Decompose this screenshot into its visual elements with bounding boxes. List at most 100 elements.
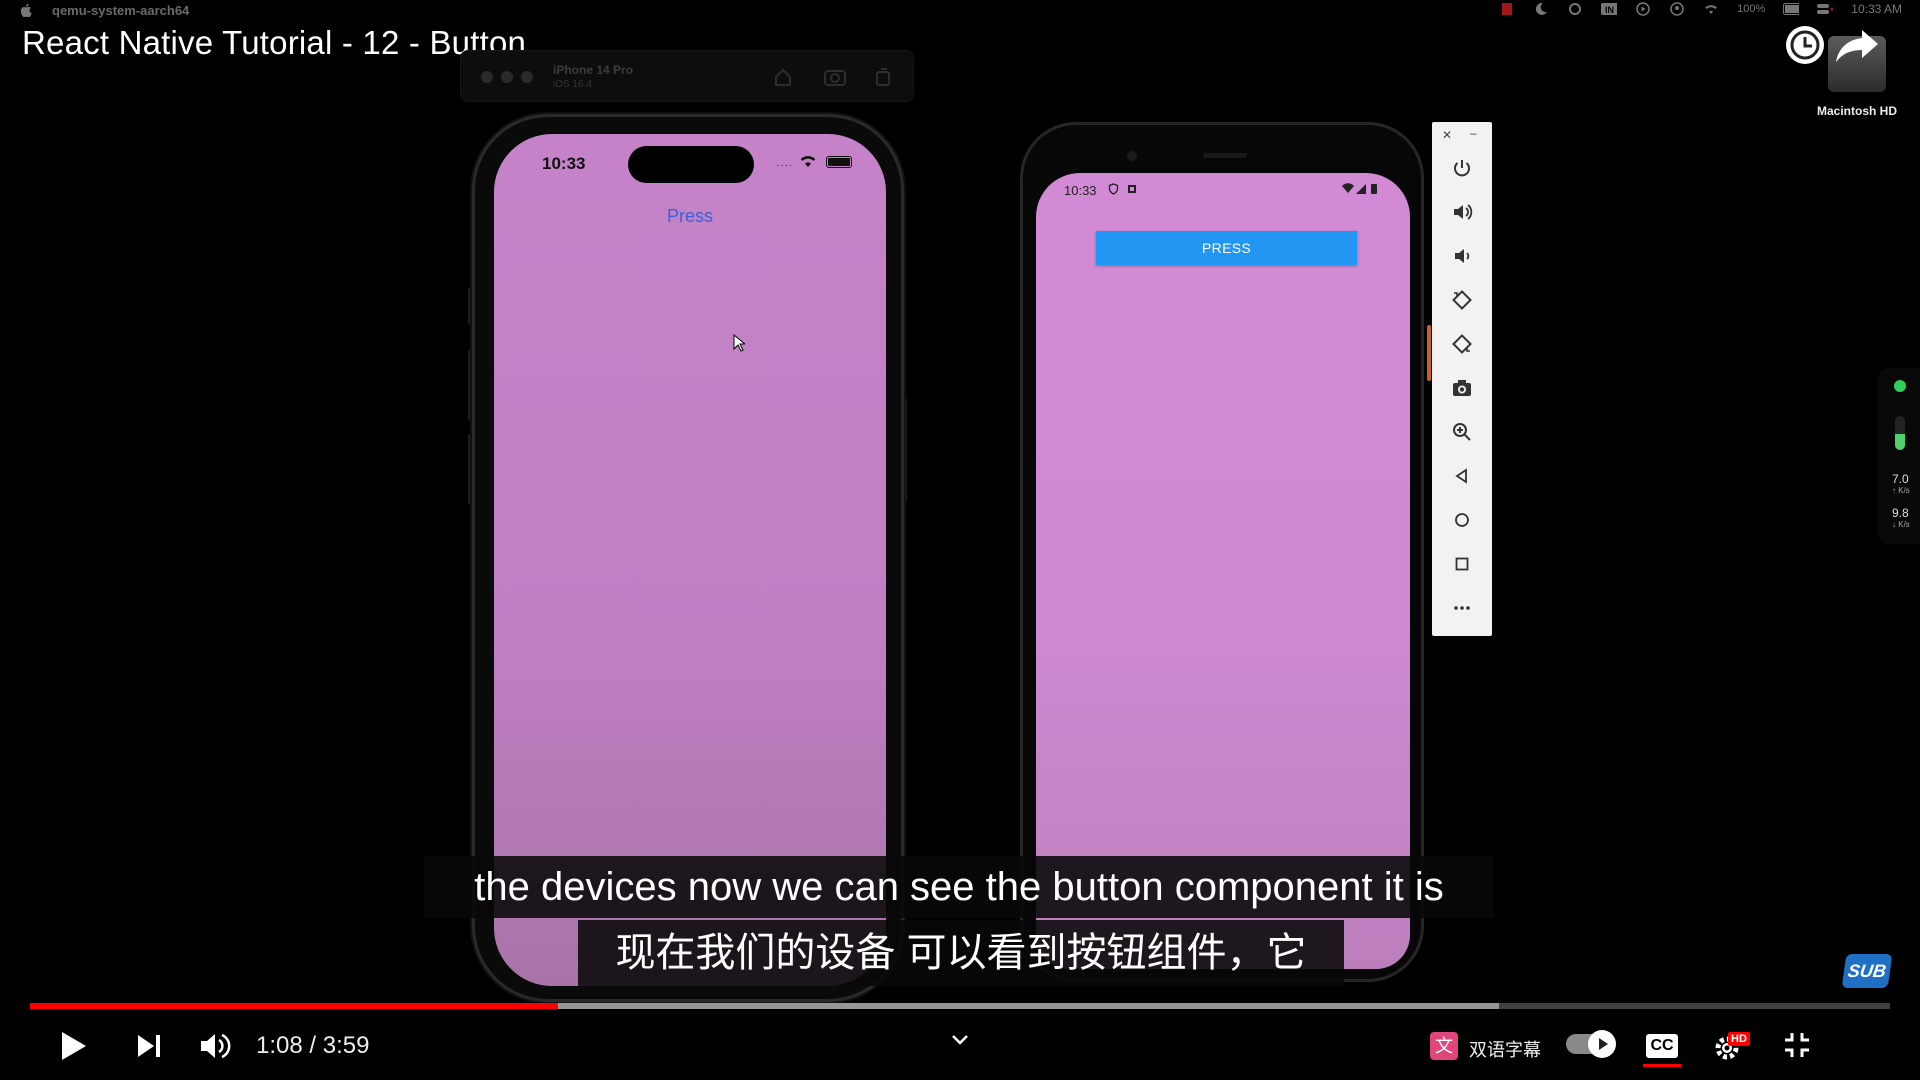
subtitle-chinese: 现在我们的设备 可以看到按钮组件，它 <box>578 920 1344 986</box>
rotate-right-icon <box>1452 334 1472 354</box>
video-title[interactable]: React Native Tutorial - 12 - Button <box>22 24 526 62</box>
svg-text:IN: IN <box>1605 5 1614 15</box>
overview-square-icon <box>1455 557 1469 571</box>
extension-icon[interactable] <box>1567 2 1583 16</box>
apple-icon[interactable] <box>20 3 32 17</box>
home-circle-icon <box>1455 513 1469 527</box>
time-display: 1:08 / 3:59 <box>256 1032 370 1059</box>
hd-badge: HD <box>1728 1032 1750 1046</box>
mouse-cursor-icon <box>733 334 745 352</box>
autoplay-toggle[interactable] <box>1566 1030 1616 1058</box>
control-center-icon[interactable] <box>1817 2 1834 16</box>
subtitles-button[interactable]: CC <box>1646 1034 1678 1058</box>
ios-press-button[interactable]: Press <box>494 206 886 227</box>
upload-unit: ↑ K/s <box>1892 486 1910 495</box>
battery-percent: 100% <box>1737 3 1766 15</box>
android-system-icons <box>1340 183 1380 198</box>
earpiece-speaker <box>1203 153 1247 158</box>
back-triangle-icon <box>1455 468 1467 484</box>
volume-up-button[interactable] <box>1432 192 1492 232</box>
upload-speed: 7.0 ↑ K/s <box>1892 472 1910 495</box>
exit-fullscreen-icon[interactable] <box>1782 1030 1812 1060</box>
android-status-icons <box>1108 183 1137 195</box>
zoom-in-icon <box>1453 423 1471 441</box>
moon-icon[interactable] <box>1533 2 1549 16</box>
subtitles-active-indicator <box>1643 1064 1681 1067</box>
share-icon[interactable] <box>1834 26 1882 66</box>
simulator-device-name: iPhone 14 Pro <box>553 63 634 77</box>
record-icon[interactable] <box>1499 2 1515 16</box>
rotate-right-button[interactable] <box>1432 324 1492 364</box>
active-app-name[interactable]: qemu-system-aarch64 <box>52 3 189 18</box>
dynamic-island <box>628 146 754 183</box>
volume-up-icon <box>1454 204 1473 220</box>
take-screenshot-button[interactable] <box>1432 368 1492 408</box>
minimize-icon[interactable]: – <box>1470 126 1477 140</box>
network-speed-widget[interactable]: 7.0 ↑ K/s 9.8 ↓ K/s <box>1878 368 1920 544</box>
minimize-window-button[interactable] <box>501 71 513 83</box>
translate-icon[interactable]: 文 <box>1430 1032 1458 1060</box>
home-icon[interactable] <box>773 67 793 87</box>
power-button[interactable] <box>1432 148 1492 188</box>
play-button[interactable] <box>56 1026 90 1066</box>
zoom-button[interactable] <box>1432 412 1492 452</box>
notification-icon <box>1128 185 1136 193</box>
volume-down-icon <box>1455 249 1470 263</box>
ios-wifi-icon <box>800 156 816 167</box>
android-device-frame: 10:33 PRESS <box>1020 122 1431 982</box>
rotate-left-button[interactable] <box>1432 280 1492 320</box>
emulator-control-panel: ✕ – <box>1432 122 1492 636</box>
usage-bar <box>1895 416 1905 450</box>
signal-icon: ···· <box>776 160 794 171</box>
back-button[interactable] <box>1432 456 1492 496</box>
video-progress-bar[interactable] <box>30 1003 1890 1009</box>
play-icon <box>62 1032 86 1060</box>
close-icon[interactable]: ✕ <box>1442 128 1452 142</box>
menubar-clock[interactable]: 10:33 AM <box>1851 2 1902 16</box>
user-circle-icon[interactable] <box>1669 2 1685 16</box>
status-dot <box>1894 380 1906 392</box>
battery-icon[interactable] <box>1783 2 1800 16</box>
sub-logo[interactable]: SUB <box>1841 954 1893 988</box>
close-window-button[interactable] <box>481 71 493 83</box>
wifi-icon <box>1342 183 1354 193</box>
bilingual-subtitle-label[interactable]: 双语字幕 <box>1469 1036 1541 1062</box>
subtitle-english: the devices now we can see the button co… <box>424 856 1494 918</box>
simulator-toolbar: iPhone 14 Pro iOS 16.4 <box>460 50 914 102</box>
download-speed: 9.8 ↓ K/s <box>1892 506 1910 529</box>
android-power-button <box>1427 325 1431 381</box>
window-controls <box>481 71 533 83</box>
download-unit: ↓ K/s <box>1892 520 1910 529</box>
zoom-window-button[interactable] <box>521 71 533 83</box>
more-button[interactable] <box>1432 588 1492 628</box>
rotate-icon[interactable] <box>873 67 893 87</box>
wifi-icon[interactable] <box>1703 2 1719 16</box>
chevron-down-icon[interactable] <box>948 1030 972 1050</box>
camera-icon <box>1453 380 1471 396</box>
volume-icon <box>201 1033 231 1059</box>
battery-icon <box>1371 184 1377 194</box>
watch-later-icon[interactable] <box>1786 26 1824 64</box>
next-video-button[interactable] <box>134 1026 164 1066</box>
skip-next-icon <box>138 1035 160 1057</box>
cell-signal-icon <box>1356 184 1366 194</box>
shield-icon <box>1108 183 1119 195</box>
menubar-tray: IN 100% 10:33 AM <box>1499 2 1902 16</box>
home-button[interactable] <box>1432 500 1492 540</box>
progress-played <box>30 1003 559 1009</box>
android-press-button[interactable]: PRESS <box>1096 231 1357 265</box>
desktop-disk-label[interactable]: Macintosh HD <box>1792 104 1920 118</box>
mute-button[interactable] <box>198 1026 232 1066</box>
ios-status-time: 10:33 <box>542 154 586 173</box>
rotate-left-icon <box>1452 290 1472 310</box>
screenshot-icon[interactable] <box>823 67 847 87</box>
simulator-os-version: iOS 16.4 <box>553 79 592 90</box>
power-icon <box>1454 160 1470 177</box>
volume-down-button[interactable] <box>1432 236 1492 276</box>
android-screen[interactable]: 10:33 PRESS <box>1036 173 1410 969</box>
input-source-icon[interactable]: IN <box>1601 2 1618 16</box>
ios-battery-icon <box>826 156 852 168</box>
play-circle-icon[interactable] <box>1635 2 1651 16</box>
mac-menubar: qemu-system-aarch64 IN 100% 10:33 AM <box>0 0 1920 22</box>
overview-button[interactable] <box>1432 544 1492 584</box>
